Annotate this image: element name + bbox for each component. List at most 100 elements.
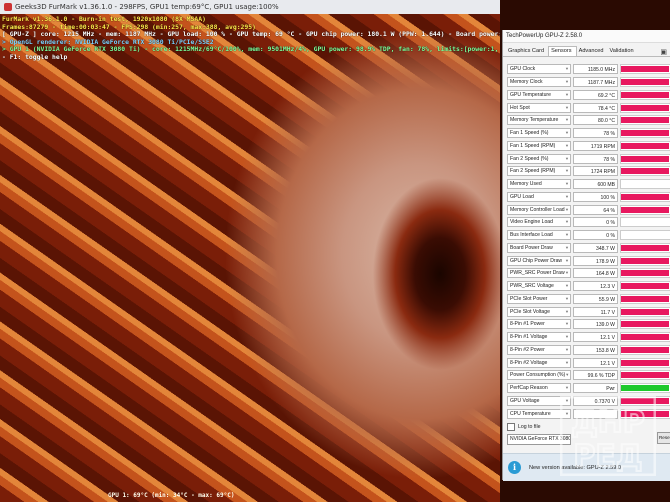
camera-icon[interactable]: ▣ — [660, 48, 667, 56]
sensor-label-text: Fan 1 Speed (%) — [510, 130, 549, 137]
sensor-label[interactable]: Board Power Draw ▼ — [507, 242, 571, 253]
tab-graphics-card[interactable]: Graphics Card — [506, 47, 548, 56]
dropdown-arrow-icon[interactable]: ▼ — [565, 371, 569, 379]
dropdown-arrow-icon[interactable]: ▼ — [565, 320, 569, 328]
dropdown-arrow-icon[interactable]: ▼ — [565, 155, 569, 163]
furmark-title-bar[interactable]: Geeks3D FurMark v1.36.1.0 - 298FPS, GPU1… — [0, 0, 500, 15]
dropdown-arrow-icon[interactable]: ▼ — [565, 346, 569, 354]
sensor-graph-fill — [621, 66, 670, 73]
sensor-label[interactable]: 8-Pin #2 Voltage ▼ — [507, 357, 571, 368]
tab-validation[interactable]: Validation — [607, 47, 637, 56]
sensor-graph — [620, 64, 670, 75]
dropdown-arrow-icon[interactable]: ▼ — [565, 91, 569, 99]
sensor-label[interactable]: Power Consumption (%) ▼ — [507, 370, 571, 381]
sensor-label[interactable]: Hot Spot ▼ — [507, 102, 571, 113]
dropdown-arrow-icon[interactable]: ▼ — [565, 129, 569, 137]
dropdown-arrow-icon[interactable]: ▼ — [565, 104, 569, 112]
dropdown-arrow-icon[interactable]: ▼ — [565, 244, 569, 252]
sensor-value: 348.7 W — [573, 242, 618, 253]
tab-advanced[interactable]: Advanced — [577, 47, 608, 56]
dropdown-arrow-icon[interactable]: ▼ — [565, 78, 569, 86]
dropdown-arrow-icon[interactable]: ▼ — [565, 142, 569, 150]
sensor-graph-fill — [621, 168, 670, 175]
dropdown-arrow-icon[interactable]: ▼ — [565, 282, 569, 290]
sensor-row: Memory Used ▼ 600 MB — [507, 178, 670, 191]
sensor-label[interactable]: GPU Load ▼ — [507, 191, 571, 202]
sensor-label[interactable]: Memory Controller Load ▼ — [507, 204, 571, 215]
sensor-graph-fill — [621, 321, 670, 328]
sensor-label[interactable]: Fan 1 Speed (RPM) ▼ — [507, 140, 571, 151]
sensor-graph-fill — [621, 117, 670, 124]
reset-button[interactable]: Reset — [657, 432, 670, 444]
sensor-graph-fill — [621, 372, 670, 379]
sensor-label[interactable]: PWR_SRC Power Draw ▼ — [507, 268, 571, 279]
sensor-label[interactable]: Memory Clock ▼ — [507, 77, 571, 88]
sensor-label-text: 8-Pin #2 Voltage — [510, 359, 548, 366]
sensor-graph-fill — [621, 257, 670, 264]
gpuz-title-bar[interactable]: TechPowerUp GPU-Z 2.58.0 — [503, 30, 670, 43]
sensor-label[interactable]: Video Engine Load ▼ — [507, 217, 571, 228]
dropdown-arrow-icon[interactable]: ▼ — [565, 180, 569, 188]
tab-sensors[interactable]: Sensors — [548, 46, 577, 56]
sensor-row: PCIe Slot Voltage ▼ 11.7 V — [507, 305, 670, 318]
sensor-label[interactable]: 8-Pin #1 Voltage ▼ — [507, 332, 571, 343]
sensor-row: Bus Interface Load ▼ 0 % — [507, 229, 670, 242]
dropdown-arrow-icon[interactable]: ▼ — [565, 231, 569, 239]
sensor-graph — [620, 102, 670, 113]
info-icon: i — [508, 461, 521, 474]
dropdown-arrow-icon[interactable]: ▼ — [565, 359, 569, 367]
dropdown-arrow-icon[interactable]: ▼ — [565, 257, 569, 265]
sensor-row: PWR_SRC Power Draw ▼ 164.8 W — [507, 267, 670, 280]
sensor-label[interactable]: Fan 1 Speed (%) ▼ — [507, 128, 571, 139]
sensor-label-text: 8-Pin #1 Voltage — [510, 334, 548, 341]
sensor-row: PWR_SRC Voltage ▼ 12.3 V — [507, 280, 670, 293]
sensor-label-text: GPU Chip Power Draw — [510, 257, 563, 264]
sensor-label[interactable]: GPU Clock ▼ — [507, 64, 571, 75]
dropdown-arrow-icon[interactable]: ▼ — [565, 218, 569, 226]
sensor-value: 12.1 V — [573, 332, 618, 343]
dropdown-arrow-icon[interactable]: ▼ — [565, 65, 569, 73]
sensor-label-text: GPU Temperature — [510, 91, 551, 98]
sensor-graph — [620, 153, 670, 164]
sensor-label-text: PerfCap Reason — [510, 385, 548, 392]
sensor-graph-fill — [621, 283, 670, 290]
sensor-value: 1185.0 MHz — [573, 64, 618, 75]
sensor-row: Fan 2 Speed (%) ▼ 78 % — [507, 152, 670, 165]
sensor-graph-fill — [621, 206, 670, 213]
sensor-label[interactable]: Bus Interface Load ▼ — [507, 230, 571, 241]
sensor-label[interactable]: 8-Pin #1 Power ▼ — [507, 319, 571, 330]
dropdown-arrow-icon[interactable]: ▼ — [565, 269, 569, 277]
dropdown-arrow-icon[interactable]: ▼ — [565, 116, 569, 124]
sensor-value: 178.9 W — [573, 255, 618, 266]
dropdown-arrow-icon[interactable]: ▼ — [565, 206, 569, 214]
sensor-label[interactable]: PWR_SRC Voltage ▼ — [507, 281, 571, 292]
sensor-label-text: GPU Clock — [510, 66, 536, 73]
sensor-label[interactable]: PCIe Slot Voltage ▼ — [507, 306, 571, 317]
sensor-graph — [620, 140, 670, 151]
sensor-label-text: Memory Temperature — [510, 117, 559, 124]
sensor-value: 78 % — [573, 128, 618, 139]
dropdown-arrow-icon[interactable]: ▼ — [565, 193, 569, 201]
sensor-graph — [620, 370, 670, 381]
checkbox-box[interactable] — [507, 422, 515, 431]
sensor-value: 64 % — [573, 204, 618, 215]
sensor-label[interactable]: PCIe Slot Power ▼ — [507, 293, 571, 304]
dropdown-arrow-icon[interactable]: ▼ — [565, 333, 569, 341]
sensor-value: 99.6 % TDP — [573, 370, 618, 381]
sensor-label[interactable]: 8-Pin #2 Power ▼ — [507, 344, 571, 355]
sensor-row: Hot Spot ▼ 78.4 °C — [507, 101, 670, 114]
dropdown-arrow-icon[interactable]: ▼ — [565, 384, 569, 392]
sensor-label[interactable]: GPU Chip Power Draw ▼ — [507, 255, 571, 266]
dropdown-arrow-icon[interactable]: ▼ — [565, 308, 569, 316]
sensor-value: 78.4 °C — [573, 102, 618, 113]
sensor-label[interactable]: GPU Temperature ▼ — [507, 89, 571, 100]
sensor-graph — [620, 357, 670, 368]
sensor-graph — [620, 166, 670, 177]
sensor-label[interactable]: Fan 2 Speed (%) ▼ — [507, 153, 571, 164]
dropdown-arrow-icon[interactable]: ▼ — [565, 167, 569, 175]
sensor-label[interactable]: Memory Temperature ▼ — [507, 115, 571, 126]
sensor-label[interactable]: PerfCap Reason ▼ — [507, 383, 571, 394]
sensor-label[interactable]: Memory Used ▼ — [507, 179, 571, 190]
sensor-label[interactable]: Fan 2 Speed (RPM) ▼ — [507, 166, 571, 177]
dropdown-arrow-icon[interactable]: ▼ — [565, 295, 569, 303]
